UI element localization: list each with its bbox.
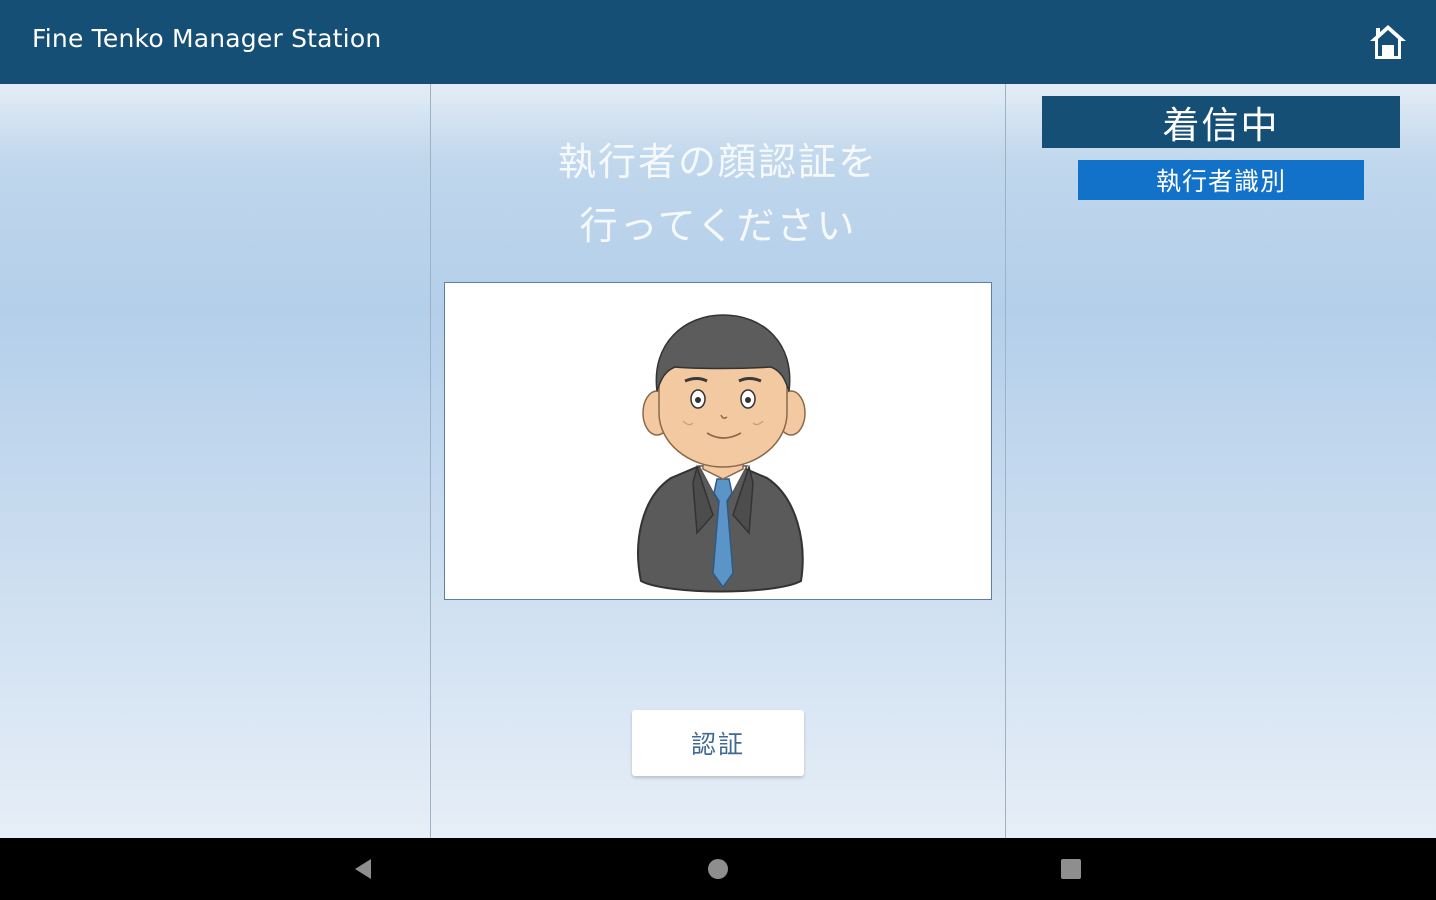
- instruction-text: 執行者の顔認証を 行ってください: [431, 130, 1005, 258]
- home-button[interactable]: [1368, 22, 1408, 62]
- camera-preview: [444, 282, 992, 600]
- right-divider: [1005, 84, 1006, 838]
- back-triangle-icon[interactable]: [351, 856, 377, 882]
- screen: Fine Tenko Manager Station 執行者の顔認証を 行ってく…: [0, 0, 1436, 900]
- mode-badge: 執行者識別: [1078, 160, 1364, 200]
- recents-square-icon[interactable]: [1058, 856, 1084, 882]
- status-header: 着信中: [1042, 96, 1400, 148]
- system-navigation-bar: [0, 838, 1436, 900]
- instruction-line-1: 執行者の顔認証を: [557, 140, 878, 184]
- home-circle-icon[interactable]: [705, 856, 731, 882]
- app-bar: Fine Tenko Manager Station: [0, 0, 1436, 84]
- instruction-line-2: 行ってください: [579, 204, 857, 248]
- content-area: 執行者の顔認証を 行ってください 認証 着信中 執行者識別: [0, 84, 1436, 838]
- app-title: Fine Tenko Manager Station: [32, 24, 382, 53]
- authenticate-button[interactable]: 認証: [632, 710, 804, 776]
- home-icon: [1370, 25, 1406, 59]
- person-illustration-icon: [637, 314, 806, 593]
